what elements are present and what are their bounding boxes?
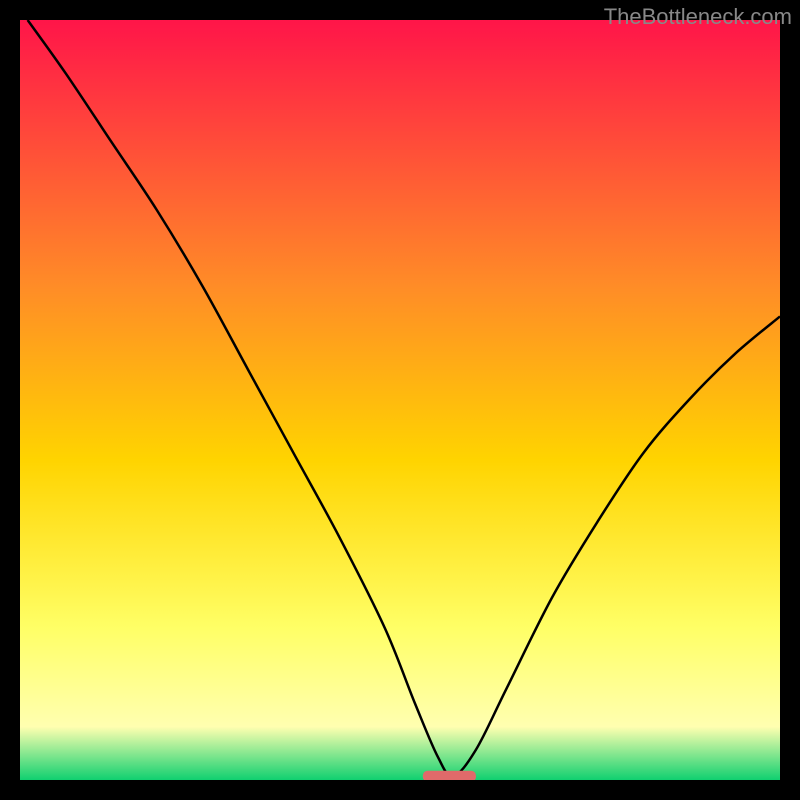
chart-svg	[20, 20, 780, 780]
watermark-text: TheBottleneck.com	[604, 4, 792, 30]
plot-area	[20, 20, 780, 780]
min-marker	[423, 771, 476, 780]
chart-container: TheBottleneck.com	[0, 0, 800, 800]
